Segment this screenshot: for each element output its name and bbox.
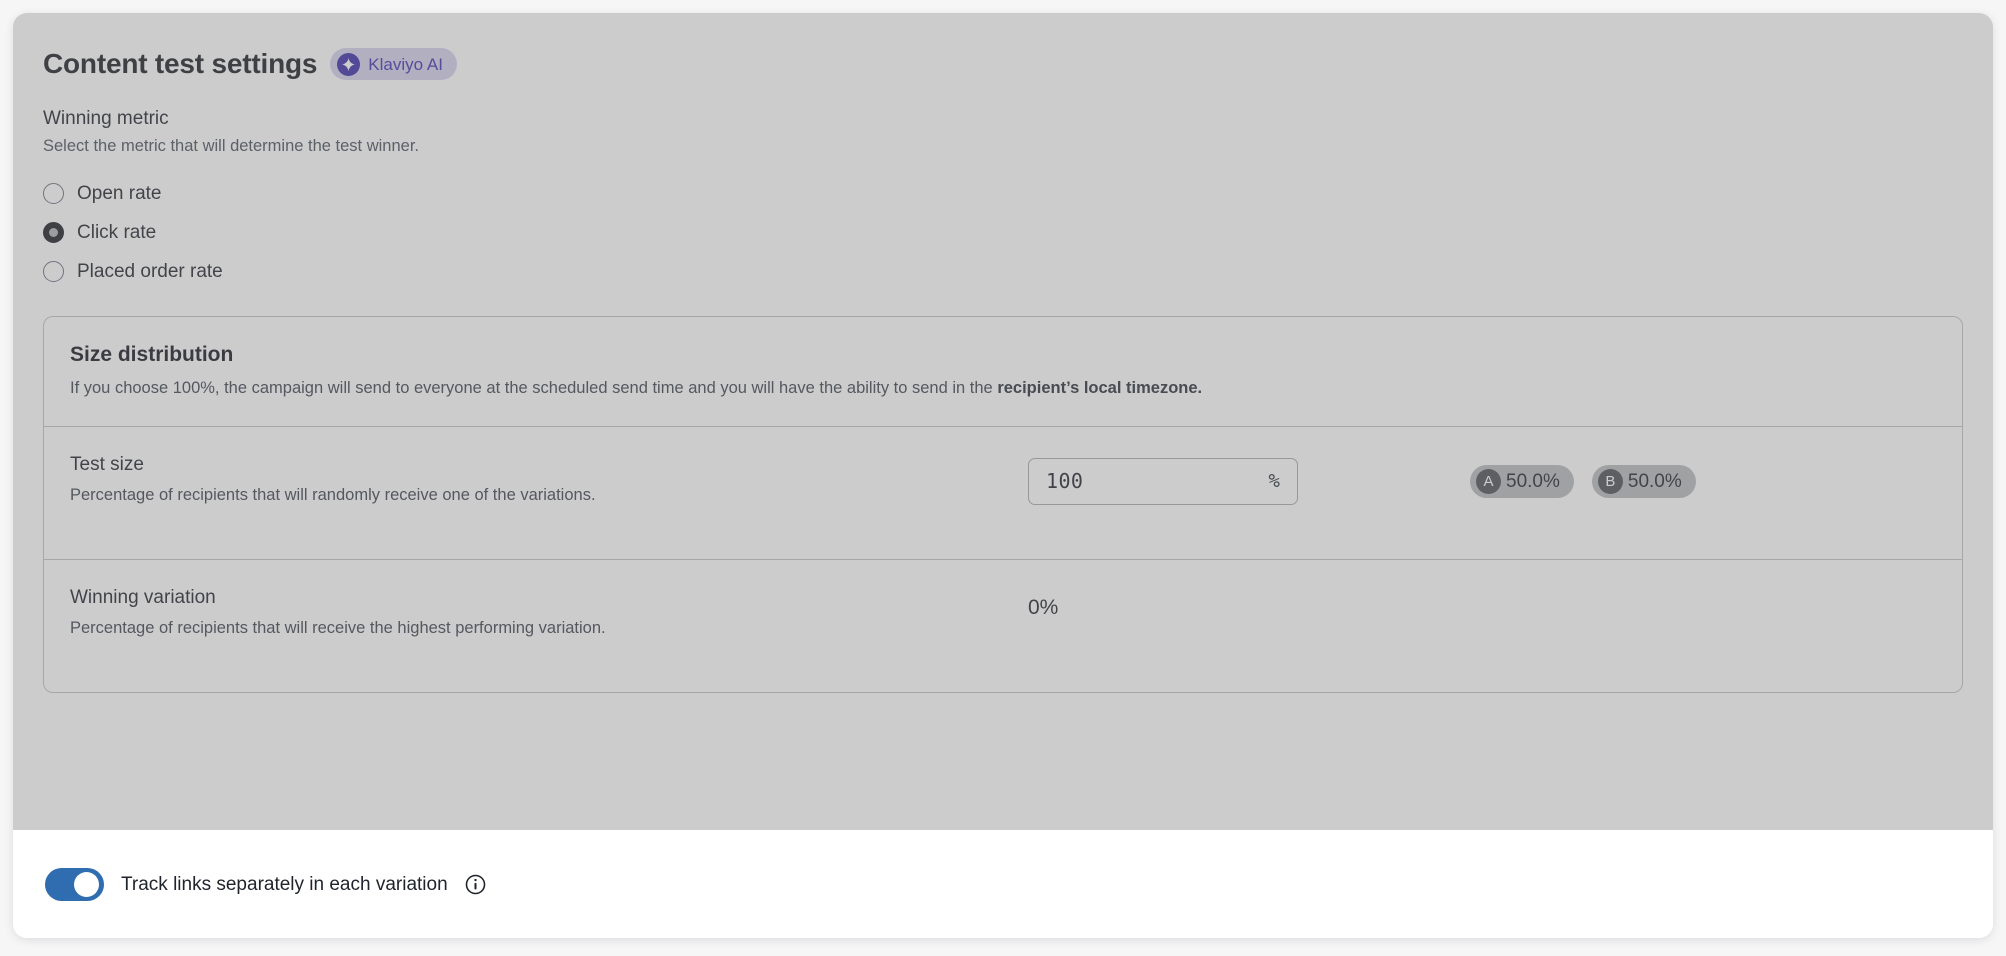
split-pill-b: B 50.0% — [1592, 465, 1696, 498]
radio-option-click-rate[interactable]: Click rate — [43, 213, 1963, 252]
info-circle-icon[interactable] — [465, 874, 486, 895]
winning-variation-title: Winning variation — [70, 587, 1028, 610]
size-distribution-description-text: If you choose 100%, the campaign will se… — [70, 379, 997, 397]
klaviyo-ai-badge: Klaviyo AI — [330, 48, 457, 80]
size-distribution-header: Size distribution If you choose 100%, th… — [44, 317, 1962, 425]
size-distribution-title: Size distribution — [70, 342, 1936, 367]
variation-split-pills: A 50.0% B 50.0% — [1470, 465, 1696, 498]
winning-variation-description: Percentage of recipients that will recei… — [70, 618, 1028, 639]
track-links-toggle-row: Track links separately in each variation — [45, 868, 486, 901]
size-distribution-description: If you choose 100%, the campaign will se… — [70, 377, 1936, 399]
winning-variation-control: 0% — [1028, 587, 1936, 618]
winning-metric-radio-group: Open rate Click rate Placed order rate — [43, 174, 1963, 291]
sparkle-icon — [337, 53, 360, 76]
winning-metric-group: Winning metric Select the metric that wi… — [43, 107, 1963, 291]
content-test-settings-modal: Content test settings Klaviyo AI Winning… — [13, 13, 1993, 938]
percent-suffix: % — [1269, 470, 1280, 492]
klaviyo-ai-badge-label: Klaviyo AI — [368, 56, 443, 73]
radio-indicator-click-rate[interactable] — [43, 222, 64, 243]
test-size-description: Percentage of recipients that will rando… — [70, 485, 1028, 506]
winning-variation-row: Winning variation Percentage of recipien… — [44, 559, 1962, 692]
modal-body-content: Content test settings Klaviyo AI Winning… — [13, 13, 1993, 693]
winning-variation-value: 0% — [1028, 597, 1058, 618]
radio-indicator-open-rate[interactable] — [43, 183, 64, 204]
radio-option-placed-order-rate[interactable]: Placed order rate — [43, 252, 1963, 291]
radio-option-open-rate[interactable]: Open rate — [43, 174, 1963, 213]
test-size-row: Test size Percentage of recipients that … — [44, 426, 1962, 559]
panel-header: Content test settings Klaviyo AI — [43, 43, 1963, 85]
variation-badge-b: B — [1598, 469, 1623, 494]
track-links-toggle[interactable] — [45, 868, 104, 901]
toggle-knob — [74, 872, 99, 897]
test-size-title: Test size — [70, 454, 1028, 477]
radio-label-open-rate: Open rate — [77, 184, 162, 203]
winning-metric-help: Select the metric that will determine th… — [43, 136, 1963, 157]
modal-scroll-body[interactable]: Content test settings Klaviyo AI Winning… — [13, 13, 1993, 830]
winning-variation-text: Winning variation Percentage of recipien… — [70, 587, 1028, 640]
test-size-input[interactable]: 100 — [1046, 469, 1083, 493]
page-title: Content test settings — [43, 50, 317, 78]
radio-indicator-placed-order-rate[interactable] — [43, 261, 64, 282]
size-distribution-card: Size distribution If you choose 100%, th… — [43, 316, 1963, 692]
winning-metric-label: Winning metric — [43, 107, 1963, 131]
variation-badge-a: A — [1476, 469, 1501, 494]
variation-split-b-value: 50.0% — [1628, 472, 1682, 491]
track-links-toggle-label: Track links separately in each variation — [121, 875, 448, 894]
test-size-text: Test size Percentage of recipients that … — [70, 454, 1028, 507]
screen-root: Content test settings Klaviyo AI Winning… — [0, 0, 2006, 956]
test-size-input-wrapper[interactable]: 100 % — [1028, 458, 1298, 505]
radio-label-placed-order-rate: Placed order rate — [77, 262, 223, 281]
size-distribution-description-emphasis: recipient’s local timezone. — [997, 379, 1202, 397]
test-size-control: 100 % A 50.0% B 50.0% — [1028, 454, 1936, 505]
split-pill-a: A 50.0% — [1470, 465, 1574, 498]
modal-footer: Track links separately in each variation — [13, 830, 1993, 938]
radio-label-click-rate: Click rate — [77, 223, 156, 242]
variation-split-a-value: 50.0% — [1506, 472, 1560, 491]
